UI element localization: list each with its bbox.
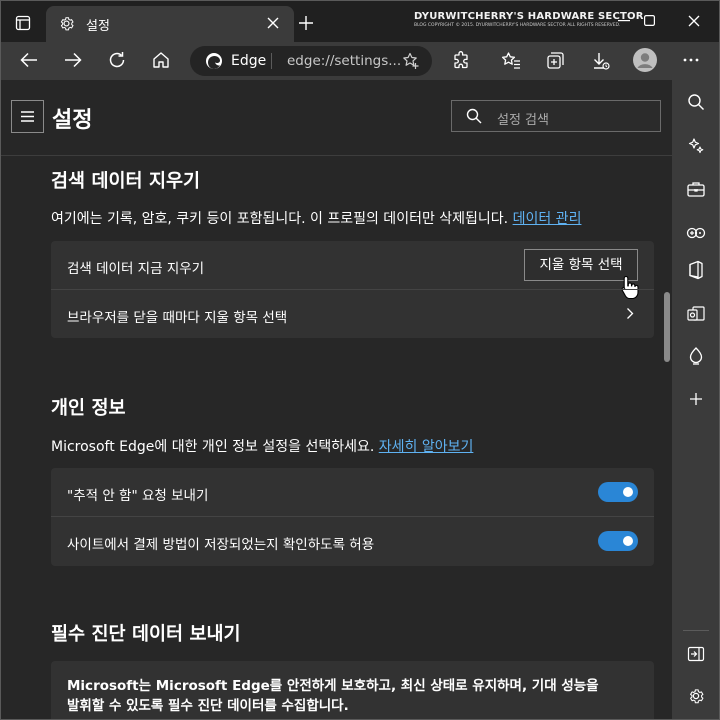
- toggle-knob: [623, 487, 633, 497]
- watermark: DYURWITCHERRY'S HARDWARE SECTOR BLOG COP…: [414, 11, 644, 29]
- tab-actions-icon[interactable]: [15, 15, 31, 31]
- collections-icon[interactable]: [546, 51, 565, 70]
- tab-title: 설정: [86, 19, 110, 34]
- payment-methods-toggle[interactable]: [598, 531, 638, 551]
- downloads-icon[interactable]: [591, 51, 611, 71]
- mouse-cursor-icon: [621, 275, 639, 299]
- do-not-track-toggle[interactable]: [598, 482, 638, 502]
- payment-methods-label: 사이트에서 결제 방법이 저장되었는지 확인하도록 허용: [67, 537, 375, 553]
- clear-now-label: 검색 데이터 지금 지우기: [67, 261, 205, 277]
- clear-on-close-label[interactable]: 브라우저를 닫을 때마다 지울 항목 선택: [67, 306, 287, 326]
- sidebar-search-icon[interactable]: [687, 93, 705, 111]
- edge-logo-icon: [205, 52, 223, 70]
- clear-data-desc-text: 여기에는 기록, 암호, 쿠키 등이 포함됩니다. 이 프로필의 데이터만 삭제…: [51, 211, 509, 227]
- sidebar-outlook-icon[interactable]: [686, 305, 706, 323]
- sidebar-games-icon[interactable]: [686, 224, 706, 242]
- extensions-icon[interactable]: [452, 51, 471, 70]
- sidebar-tools-icon[interactable]: [686, 180, 706, 198]
- clear-data-description: 여기에는 기록, 암호, 쿠키 등이 포함됩니다. 이 프로필의 데이터만 삭제…: [51, 208, 581, 228]
- privacy-description: Microsoft Edge에 대한 개인 정보 설정을 선택하세요. 자세히 …: [51, 436, 473, 456]
- watermark-title: DYURWITCHERRY'S HARDWARE SECTOR: [414, 11, 644, 22]
- watermark-subtitle: BLOG COPYRIGHT © 2015. DYURWITCHERRY'S H…: [414, 23, 621, 28]
- clear-data-heading: 검색 데이터 지우기: [51, 171, 201, 192]
- card-divider: [51, 289, 654, 290]
- minimize-icon[interactable]: [618, 20, 630, 22]
- gear-icon: [58, 15, 75, 32]
- toggle-knob: [623, 536, 633, 546]
- privacy-desc-text: Microsoft Edge에 대한 개인 정보 설정을 선택하세요.: [51, 439, 375, 455]
- profile-avatar[interactable]: [633, 48, 657, 72]
- sidebar-office-icon[interactable]: [687, 260, 705, 280]
- refresh-icon[interactable]: [108, 51, 126, 69]
- tab-close-icon[interactable]: [267, 17, 279, 29]
- maximize-icon[interactable]: [644, 15, 655, 26]
- sidebar-hide-icon[interactable]: [687, 646, 705, 662]
- card-divider: [51, 516, 654, 517]
- sidebar-divider: [683, 630, 709, 631]
- sidebar-add-icon[interactable]: [689, 392, 703, 406]
- back-icon[interactable]: [20, 52, 38, 68]
- window-close-icon[interactable]: [688, 15, 700, 27]
- search-placeholder: 설정 검색: [497, 113, 549, 128]
- sidebar-settings-icon[interactable]: [687, 687, 705, 705]
- diagnostics-line-2: 발휘할 수 있도록 필수 진단 데이터를 수집합니다.: [67, 698, 349, 714]
- sidebar-discover-icon[interactable]: [687, 137, 705, 155]
- address-url[interactable]: edge://settings...: [287, 53, 401, 69]
- privacy-heading: 개인 정보: [51, 398, 126, 419]
- forward-icon[interactable]: [64, 52, 82, 68]
- settings-search-input[interactable]: [451, 100, 661, 132]
- settings-menu-button[interactable]: [11, 100, 44, 133]
- scrollbar-thumb[interactable]: [664, 292, 670, 362]
- page-title: 설정: [52, 108, 93, 133]
- more-options-icon[interactable]: [683, 58, 699, 62]
- add-favorite-icon[interactable]: [402, 52, 420, 70]
- new-tab-button[interactable]: [298, 15, 314, 31]
- hamburger-icon: [21, 111, 34, 122]
- tab-settings[interactable]: [46, 6, 294, 42]
- home-icon[interactable]: [152, 51, 170, 69]
- sidebar-drop-icon[interactable]: [687, 346, 705, 366]
- do-not-track-label: "추적 안 함" 요청 보내기: [67, 488, 209, 504]
- search-icon: [466, 108, 482, 124]
- diagnostics-line-1: Microsoft는 Microsoft Edge를 안전하게 보호하고, 최신…: [67, 678, 599, 694]
- chevron-right-icon[interactable]: [626, 307, 634, 320]
- diagnostics-heading: 필수 진단 데이터 보내기: [51, 624, 241, 645]
- learn-more-link[interactable]: 자세히 알아보기: [379, 439, 474, 455]
- favorites-icon[interactable]: [501, 51, 521, 70]
- address-site-label: Edge: [231, 53, 267, 69]
- manage-data-link[interactable]: 데이터 관리: [513, 211, 582, 227]
- address-divider: [271, 53, 272, 69]
